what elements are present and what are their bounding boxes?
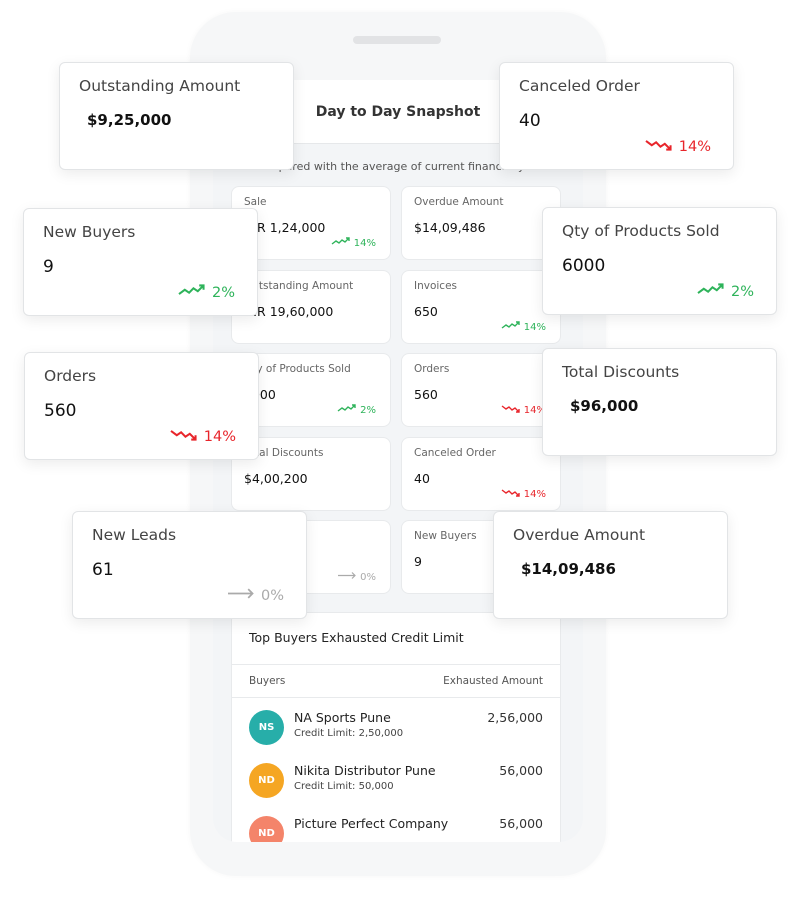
- table-row[interactable]: NS NA Sports Pune Credit Limit: 2,50,000…: [232, 698, 560, 751]
- overlay-card-qty-of-products-sold[interactable]: Qty of Products Sold 6000 2%: [542, 207, 777, 315]
- card-label: New Leads: [92, 526, 177, 544]
- metric-value: INR 19,60,000: [244, 303, 334, 319]
- metric-trend: 14%: [501, 488, 546, 500]
- column-buyers: Buyers: [249, 675, 286, 687]
- metric-value: 40: [414, 470, 430, 486]
- avatar: ND: [249, 816, 284, 842]
- trend-up-icon: [696, 283, 726, 300]
- panel-title: Top Buyers Exhausted Credit Limit: [232, 613, 560, 665]
- metric-value: INR 1,24,000: [244, 220, 326, 235]
- metric-trend: 14%: [501, 320, 546, 333]
- metric-label: Total Discounts: [244, 446, 324, 459]
- card-value: 6000: [562, 256, 606, 276]
- metric-card-invoices[interactable]: Invoices 650 14%: [401, 269, 561, 344]
- trend-percent: 14%: [203, 429, 236, 445]
- overlay-card-overdue-amount[interactable]: Overdue Amount $14,09,486: [493, 511, 728, 619]
- phone-screen: Day to Day Snapshot Compared with the av…: [213, 80, 583, 842]
- card-label: New Buyers: [43, 223, 136, 241]
- metric-card-orders[interactable]: Orders 560 14%: [401, 353, 561, 427]
- trend-percent: 0%: [260, 588, 284, 604]
- trend-percent: 0%: [360, 572, 376, 583]
- metric-trend: 14%: [331, 237, 376, 249]
- buyer-name: NA Sports Pune: [294, 710, 391, 725]
- buyer-name: Nikita Distributor Pune: [294, 763, 436, 778]
- trend-down-icon: [169, 429, 199, 445]
- metric-value: $14,09,486: [414, 220, 486, 235]
- card-value: 61: [92, 560, 114, 580]
- metric-value: $4,00,200: [244, 470, 308, 486]
- card-value: $96,000: [570, 397, 639, 415]
- card-value: 560: [44, 401, 77, 421]
- overlay-card-new-leads[interactable]: New Leads 61 0%: [72, 511, 307, 619]
- trend-percent: 14%: [523, 488, 546, 500]
- metric-label: Canceled Order: [414, 446, 496, 459]
- card-trend: 2%: [696, 283, 754, 300]
- metric-label: Invoices: [414, 279, 458, 292]
- overlay-card-total-discounts[interactable]: Total Discounts $96,000: [542, 348, 777, 456]
- trend-up-icon: [177, 284, 207, 301]
- trend-flat-icon: [226, 588, 256, 604]
- card-label: Canceled Order: [519, 77, 640, 95]
- overlay-card-orders[interactable]: Orders 560 14%: [24, 352, 259, 460]
- card-trend: 0%: [226, 587, 284, 604]
- metric-trend: 2%: [337, 404, 376, 416]
- table-row[interactable]: ND Nikita Distributor Pune Credit Limit:…: [232, 751, 560, 804]
- trend-percent: 2%: [730, 284, 754, 300]
- metric-label: Outstanding Amount: [244, 279, 354, 292]
- avatar: ND: [249, 763, 284, 798]
- card-label: Overdue Amount: [513, 526, 646, 544]
- overlay-card-new-buyers[interactable]: New Buyers 9 2%: [23, 208, 258, 316]
- trend-down-icon: [644, 139, 674, 155]
- exhausted-amount: 2,56,000: [487, 710, 543, 725]
- trend-up-icon: [501, 320, 521, 333]
- metric-value: 6000: [244, 387, 276, 402]
- metric-label: Overdue Amount: [414, 196, 504, 208]
- trend-percent: 2%: [211, 285, 235, 301]
- card-trend: 14%: [169, 428, 236, 445]
- buyer-name: Picture Perfect Company: [294, 816, 449, 831]
- trend-down-icon: [501, 405, 521, 416]
- card-value: $9,25,000: [87, 111, 172, 129]
- card-label: Outstanding Amount: [79, 77, 241, 95]
- card-trend: 2%: [177, 284, 235, 301]
- credit-limit: Credit Limit: 2,50,000: [294, 728, 404, 739]
- metric-trend: 0%: [337, 571, 376, 583]
- card-label: Total Discounts: [562, 363, 680, 381]
- exhausted-amount: 56,000: [499, 763, 543, 778]
- avatar: NS: [249, 710, 284, 745]
- card-value: 9: [43, 257, 54, 277]
- overlay-card-outstanding-amount[interactable]: Outstanding Amount $9,25,000: [59, 62, 294, 170]
- metric-label: Sale: [244, 196, 267, 208]
- trend-flat-icon: [337, 572, 357, 583]
- overlay-card-canceled-order[interactable]: Canceled Order 40 14%: [499, 62, 734, 170]
- card-value: 40: [519, 111, 541, 131]
- credit-limit: Credit Limit: 50,000: [294, 781, 394, 792]
- metric-label: Qty of Products Sold: [244, 363, 351, 375]
- metric-value: 650: [414, 303, 438, 319]
- phone-speaker: [353, 36, 441, 44]
- metric-value: 560: [414, 387, 438, 402]
- metric-label: Orders: [414, 363, 450, 375]
- top-buyers-panel: Top Buyers Exhausted Credit Limit Buyers…: [231, 612, 561, 842]
- trend-percent: 2%: [360, 405, 376, 416]
- trend-percent: 14%: [678, 139, 711, 155]
- table-row[interactable]: ND Picture Perfect Company 56,000: [232, 804, 560, 842]
- trend-percent: 14%: [523, 321, 546, 333]
- metric-card-canceled-order[interactable]: Canceled Order 40 14%: [401, 436, 561, 511]
- trend-percent: 14%: [353, 238, 376, 249]
- trend-up-icon: [337, 404, 357, 416]
- table-header: Buyers Exhausted Amount: [232, 665, 560, 698]
- trend-down-icon: [501, 488, 521, 500]
- metric-card-overdue-amount[interactable]: Overdue Amount $14,09,486: [401, 186, 561, 260]
- card-label: Orders: [44, 367, 97, 385]
- card-value: $14,09,486: [521, 560, 616, 578]
- column-exhausted-amount: Exhausted Amount: [443, 675, 543, 687]
- trend-up-icon: [331, 237, 351, 249]
- metric-trend: 14%: [501, 404, 546, 416]
- card-trend: 14%: [644, 138, 711, 155]
- exhausted-amount: 56,000: [499, 816, 543, 831]
- card-label: Qty of Products Sold: [562, 222, 720, 240]
